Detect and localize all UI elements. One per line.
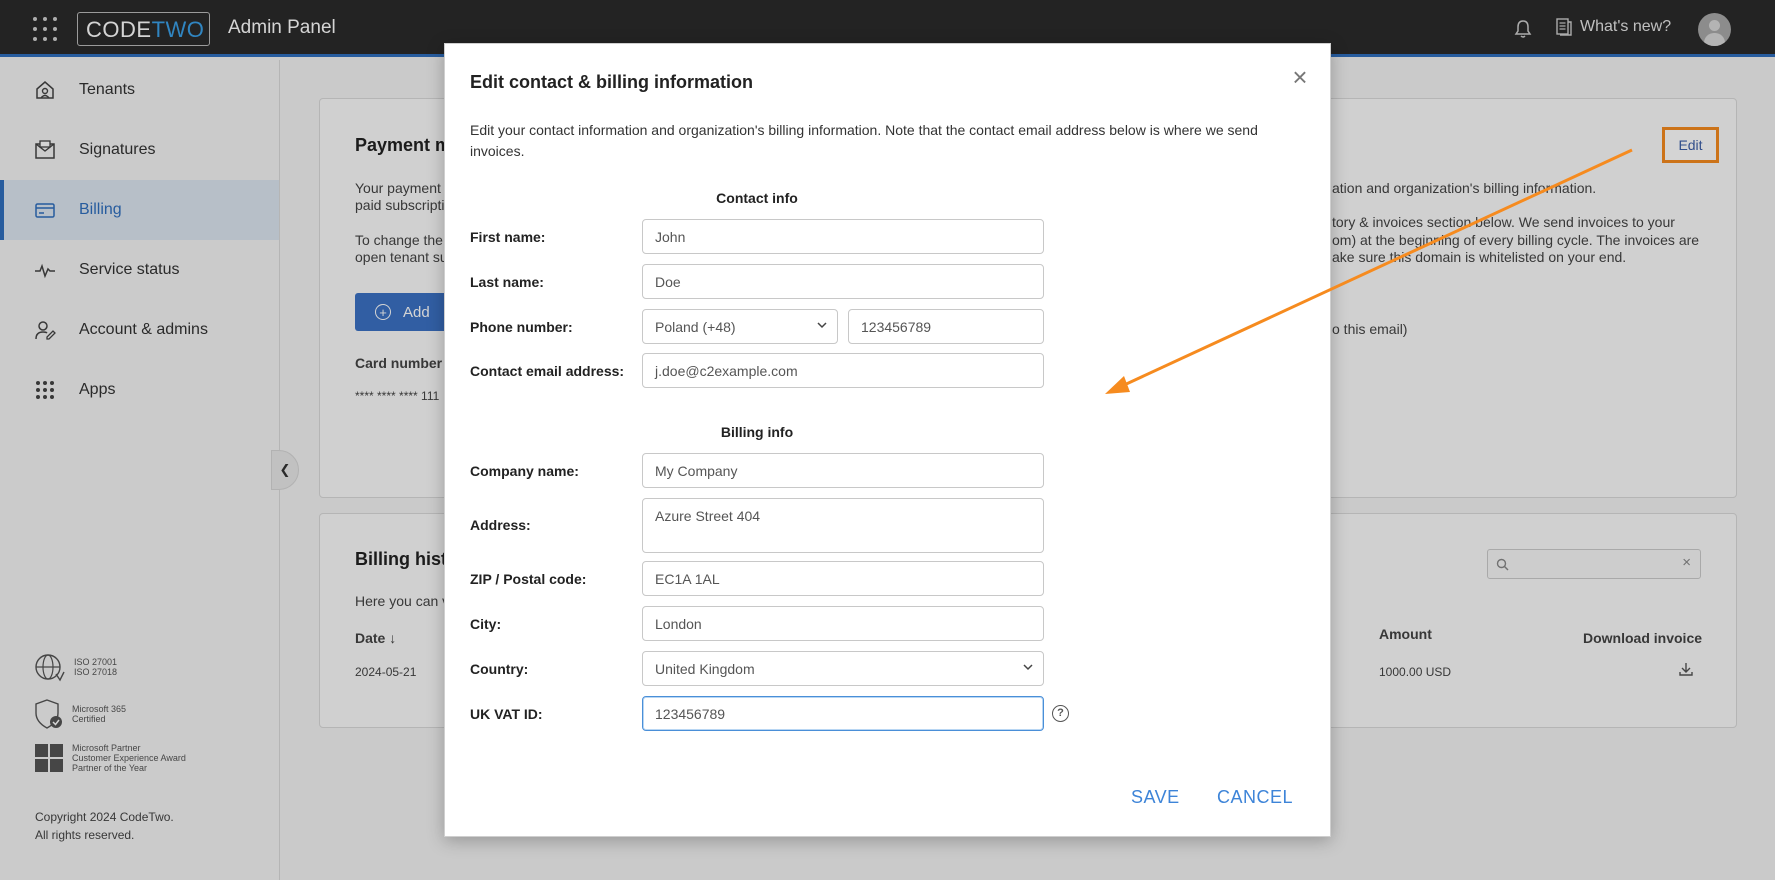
edit-billing-dialog: Edit contact & billing information × Edi… [444, 43, 1331, 837]
address-field[interactable]: Azure Street 404 [642, 498, 1044, 553]
last-name-field[interactable]: Doe [642, 264, 1044, 299]
country-select[interactable]: United Kingdom [642, 651, 1044, 686]
vat-label: UK VAT ID: [470, 706, 543, 722]
email-field[interactable]: j.doe@c2example.com [642, 353, 1044, 388]
first-name-label: First name: [470, 229, 546, 245]
dialog-title: Edit contact & billing information [470, 72, 753, 92]
address-label: Address: [470, 517, 531, 533]
help-icon[interactable]: ? [1052, 705, 1069, 722]
city-field[interactable]: London [642, 606, 1044, 641]
billing-info-heading: Billing info [720, 424, 794, 440]
contact-info-heading: Contact info [716, 190, 798, 206]
company-label: Company name: [470, 463, 579, 479]
vat-id-field[interactable]: 123456789 [642, 696, 1044, 731]
company-field[interactable]: My Company [642, 453, 1044, 488]
phone-country-value: Poland (+48) [655, 319, 736, 335]
zip-label: ZIP / Postal code: [470, 571, 587, 587]
save-button[interactable]: SAVE [1131, 787, 1180, 808]
dialog-description: Edit your contact information and organi… [470, 122, 1258, 159]
email-label: Contact email address: [470, 363, 625, 379]
country-value: United Kingdom [655, 661, 755, 677]
phone-label: Phone number: [470, 319, 573, 335]
zip-field[interactable]: EC1A 1AL [642, 561, 1044, 596]
city-label: City: [470, 616, 502, 632]
close-icon[interactable]: × [1288, 64, 1312, 90]
phone-number-field[interactable]: 123456789 [848, 309, 1044, 344]
cancel-button[interactable]: CANCEL [1217, 787, 1293, 808]
last-name-label: Last name: [470, 274, 544, 290]
phone-country-select[interactable]: Poland (+48) [642, 309, 838, 344]
chevron-down-icon [817, 322, 827, 329]
first-name-field[interactable]: John [642, 219, 1044, 254]
chevron-down-icon [1023, 664, 1033, 671]
country-label: Country: [470, 661, 529, 677]
